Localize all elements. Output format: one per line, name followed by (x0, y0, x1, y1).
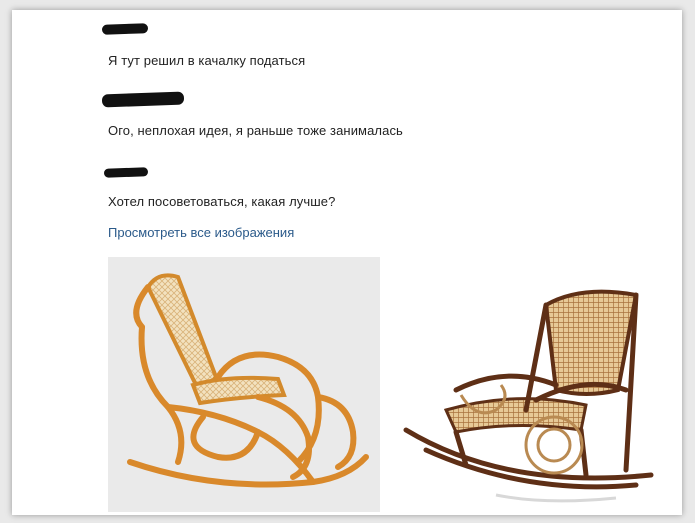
message-text: Я тут решил в качалку податься (108, 53, 306, 68)
redacted-sender-name (101, 91, 185, 108)
wicker-rocking-chair-image (403, 289, 654, 503)
redacted-sender-name (101, 23, 149, 35)
redacted-sender-name (103, 167, 149, 178)
message-thread-card: Я тут решил в качалку податься Ого, непл… (12, 10, 682, 515)
view-all-images-link[interactable]: Просмотреть все изображения (108, 225, 294, 240)
message-text: Ого, неплохая идея, я раньше тоже занима… (108, 123, 403, 138)
rocking-chair-photo-1[interactable] (108, 257, 380, 512)
message-text: Хотел посоветоваться, какая лучше? (108, 194, 336, 209)
bentwood-rocking-chair-image (127, 273, 369, 488)
rocking-chair-photo-2[interactable] (386, 280, 658, 512)
